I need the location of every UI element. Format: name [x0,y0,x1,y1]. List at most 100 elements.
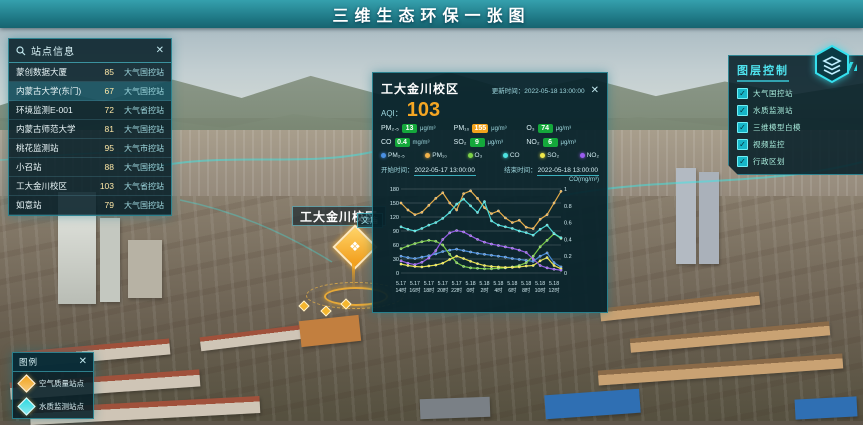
station-name: 环境监测E-001 [16,104,92,116]
station-name: 内蒙古师范大学 [16,123,92,135]
layer-item[interactable]: ✓ 视频监控 [737,139,855,150]
svg-text:0.2: 0.2 [564,254,572,260]
building [420,397,491,419]
chart-legend: PM₂.₅ PM₁₀ O₃ CO SO₂ NO₂ [381,152,599,159]
update-time-label: 更新时间： [492,88,525,95]
station-type: 大气国控站 [120,86,164,97]
pollutant-chart[interactable]: 030609012015018000.20.40.60.815.1714时5.1… [381,183,583,301]
pollutant-cell: O₃74μg/m³ [526,124,599,133]
station-type: 大气市控站 [120,143,164,154]
layer-panel-title: 图层控制 [737,62,789,82]
pollutant-label: SO₂ [454,139,467,146]
pollutant-value-badge: 155 [472,124,488,133]
svg-text:5.1718时: 5.1718时 [423,281,434,294]
pollutant-unit: μg/m³ [556,126,571,132]
legend-chip-label: PM₁₀ [432,152,447,159]
legend-chip-label: O₃ [475,152,483,159]
pollutant-value-badge: 6 [543,138,558,147]
legend-chip-label: PM₂.₅ [388,152,405,159]
layer-item[interactable]: ✓ 水质监测站 [737,105,855,116]
svg-text:120: 120 [390,215,399,221]
station-row[interactable]: 内蒙古大学(东门)67 大气国控站 [9,82,171,101]
pollutant-cell: PM₂.₅13μg/m³ [381,124,454,133]
checkbox-checked-icon[interactable]: ✓ [737,88,748,99]
close-icon[interactable]: ✕ [156,46,164,56]
pollutant-label: NO₂ [526,139,539,146]
map-legend-panel: 图例 ✕ 空气质量站点水质监测站点 [12,352,94,419]
close-icon[interactable]: ✕ [591,86,599,96]
header-bar: 三维生态环保一张图 [0,0,863,28]
end-time-picker[interactable]: 2022-05-18 13:00:00 [537,167,599,176]
page-title: 三维生态环保一张图 [332,2,530,26]
layer-item[interactable]: ✓三维模型白模 [737,122,855,133]
station-aqi: 72 [92,105,114,115]
time-range-row: 开始时间：2022-05-17 13:00:00 结束时间：2022-05-18… [381,164,599,174]
station-aqi: 88 [92,162,114,172]
legend-dot-icon [425,153,430,158]
air-quality-popup: 工大金川校区 更新时间：2022-05-18 13:00:00 ✕ AQI： 1… [372,72,608,313]
station-aqi: 103 [92,181,114,191]
legend-chip[interactable]: NO₂ [580,152,599,159]
pollutant-readings: PM₂.₅13μg/m³PM₁₀155μg/m³O₃74μg/m³CO0.4mg… [381,124,599,147]
svg-text:5.1720时: 5.1720时 [437,281,448,294]
station-row[interactable]: 如意站79大气国控站 [9,196,171,215]
layer-item[interactable]: ✓ 大气国控站 [737,88,855,99]
pollutant-value-badge: 9 [470,138,485,147]
layer-item-label: 行政区划 [753,156,785,167]
svg-text:5.1810时: 5.1810时 [535,281,546,294]
svg-text:30: 30 [393,257,399,263]
end-time-group: 结束时间：2022-05-18 13:00:00 [504,164,599,174]
station-type: 大气国控站 [120,67,164,78]
station-row[interactable]: 内蒙古师范大学81大气国控站 [9,120,171,139]
station-aqi: 67 [92,86,114,96]
legend-dot-icon [540,153,545,158]
legend-chip[interactable]: SO₂ [540,152,559,159]
close-icon[interactable]: ✕ [79,357,87,367]
layer-item-label: 水质监测站 [753,105,793,116]
legend-item: 水质监测站点 [13,395,93,418]
layer-item[interactable]: ✓ 行政区划 [737,156,855,167]
station-row[interactable]: 桃花监测站95大气市控站 [9,139,171,158]
popup-title: 工大金川校区 [381,80,459,97]
start-time-picker[interactable]: 2022-05-17 13:00:00 [414,167,476,176]
station-aqi: 81 [92,124,114,134]
legend-item: 空气质量站点 [13,372,93,395]
legend-chip[interactable]: CO [503,152,520,159]
layer-item-label: 大气国控站 [753,88,793,99]
legend-chip[interactable]: O₃ [468,152,483,159]
station-name: 内蒙古大学(东门) [16,85,92,97]
svg-text:1: 1 [564,187,567,193]
layers-hexagon-button[interactable] [812,44,852,84]
station-row[interactable]: 环境监测E-00172大气省控站 [9,101,171,120]
station-type: 大气国控站 [120,200,164,211]
layer-items: ✓大气国控站✓水质监测站✓三维模型白模✓视频监控✓行政区划 [737,88,855,167]
aqi-value: 103 [407,100,440,120]
svg-text:90: 90 [393,229,399,235]
legend-chip[interactable]: PM₂.₅ [381,152,405,159]
aqi-row: AQI： 103 [381,100,599,120]
svg-text:5.186时: 5.186时 [507,281,517,294]
pollutant-unit: μg/m³ [491,126,506,132]
layer-item-label: 视频监控 [753,139,785,150]
checkbox-checked-icon[interactable]: ✓ [737,122,748,133]
legend-item-label: 空气质量站点 [39,378,84,389]
update-time: 更新时间：2022-05-18 13:00:00 [465,85,585,95]
station-row[interactable]: 蒙创数据大厦85大气国控站 [9,63,171,82]
legend-chip[interactable]: PM₁₀ [425,152,447,159]
checkbox-checked-icon[interactable]: ✓ [737,105,748,116]
svg-text:0.6: 0.6 [564,221,572,227]
search-icon [16,46,26,56]
station-name: 如意站 [16,199,92,211]
legend-items: 空气质量站点水质监测站点 [13,372,93,418]
station-row[interactable]: 工大金川校区103大气省控站 [9,177,171,196]
start-time-label: 开始时间： [381,167,414,174]
station-row[interactable]: 小召站88大气国控站 [9,158,171,177]
checkbox-checked-icon[interactable]: ✓ [737,139,748,150]
pollutant-unit: μg/m³ [561,140,576,146]
svg-text:5.1722时: 5.1722时 [451,281,462,294]
building [676,168,696,264]
end-time-label: 结束时间： [504,167,537,174]
station-type: 大气省控站 [120,181,164,192]
checkbox-checked-icon[interactable]: ✓ [737,156,748,167]
pollutant-value-badge: 74 [538,124,553,133]
